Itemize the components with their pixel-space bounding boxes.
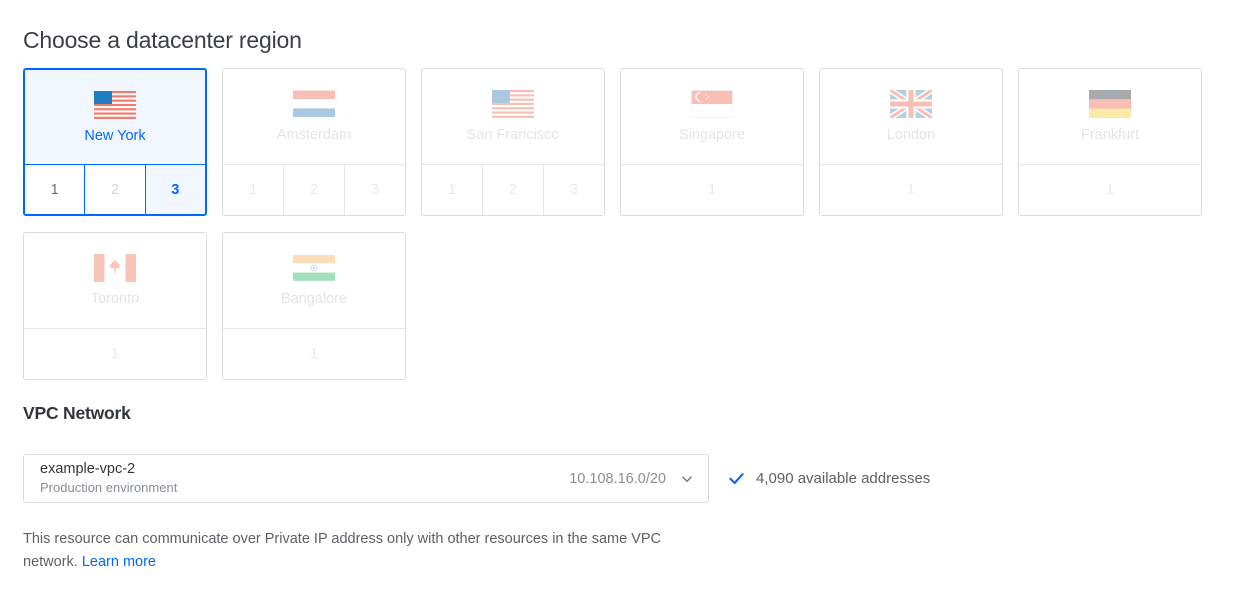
region-name-label: Bangalore: [280, 291, 348, 308]
region-name-label: New York: [84, 127, 146, 144]
region-name-label: Frankfurt: [1080, 127, 1139, 144]
region-card-frankfurt[interactable]: Frankfurt 1: [1018, 68, 1202, 216]
region-slug-tab-1: 1: [422, 165, 482, 215]
region-slug-tab-3: 3: [344, 165, 405, 215]
vpc-selected-name: example-vpc-2: [40, 460, 136, 477]
vpc-availability-status: 4,090 available addresses: [728, 470, 930, 487]
germany-flag-icon: [1089, 90, 1131, 119]
vpc-selected-subtitle: Production environment: [40, 479, 178, 495]
region-card-amsterdam[interactable]: Amsterdam 1 2 3: [222, 68, 406, 216]
vpc-help-text: This resource can communicate over Priva…: [23, 528, 713, 574]
region-card-bangalore[interactable]: Bangalore 1: [222, 232, 406, 380]
region-slug-tab-1: 1: [223, 329, 405, 379]
region-name-label: Singapore: [678, 127, 746, 144]
region-card-new-york[interactable]: New York 1 2 3: [23, 68, 207, 216]
region-slug-tab-2: 2: [283, 165, 344, 215]
region-slug-tab-1: 1: [24, 329, 206, 379]
region-slug-tabs: 1: [621, 164, 803, 215]
us-flag-icon: [492, 90, 534, 119]
region-card-header: Amsterdam: [223, 69, 405, 164]
region-card-header: London: [820, 69, 1002, 164]
region-slug-tab-1[interactable]: 1: [25, 165, 85, 214]
vpc-network-heading: VPC Network: [23, 403, 131, 423]
region-slug-tab-3: 3: [543, 165, 604, 215]
region-name-label: Toronto: [90, 291, 140, 308]
region-card-header: Toronto: [24, 233, 206, 328]
region-slug-tabs: 123: [422, 164, 604, 215]
learn-more-link[interactable]: Learn more: [82, 554, 156, 570]
page-title: Choose a datacenter region: [23, 27, 302, 53]
vpc-selected-cidr: 10.108.16.0/20: [569, 470, 666, 487]
region-grid: New York 1 2 3 Amsterdam 1 2 3 San Francisco 1 2 3 S…: [23, 68, 1223, 380]
region-slug-tab-1: 1: [223, 165, 283, 215]
region-name-label: San Francisco: [466, 127, 560, 144]
region-slug-tab-3[interactable]: 3: [144, 165, 205, 214]
region-card-header: Bangalore: [223, 233, 405, 328]
region-slug-tabs: 123: [25, 164, 205, 214]
region-slug-tabs: 1: [1019, 164, 1201, 215]
region-card-header: New York: [25, 70, 205, 164]
region-card-london[interactable]: London 1: [819, 68, 1003, 216]
check-icon: [728, 470, 745, 487]
chevron-down-icon[interactable]: [680, 472, 694, 486]
region-name-label: Amsterdam: [276, 127, 352, 144]
region-card-singapore[interactable]: Singapore 1: [620, 68, 804, 216]
vpc-selected-labels: example-vpc-2 Production environment: [40, 460, 569, 495]
region-slug-tab-1: 1: [1019, 165, 1201, 215]
vpc-available-addresses-text: 4,090 available addresses: [756, 470, 931, 487]
region-name-label: London: [886, 127, 936, 144]
region-slug-tabs: 1: [24, 328, 206, 379]
region-card-header: Singapore: [621, 69, 803, 164]
region-slug-tab-2: 2: [84, 165, 145, 214]
canada-flag-icon: [94, 254, 136, 283]
singapore-flag-icon: [691, 90, 733, 119]
us-flag-icon: [94, 90, 136, 119]
region-card-toronto[interactable]: Toronto 1: [23, 232, 207, 380]
region-slug-tab-2: 2: [482, 165, 543, 215]
united-kingdom-flag-icon: [890, 90, 932, 119]
region-card-header: San Francisco: [422, 69, 604, 164]
region-slug-tab-1: 1: [621, 165, 803, 215]
region-slug-tab-1: 1: [820, 165, 1002, 215]
datacenter-region-form: Choose a datacenter region New York 1 2 3 Am…: [0, 0, 1246, 589]
region-slug-tabs: 123: [223, 164, 405, 215]
region-slug-tabs: 1: [820, 164, 1002, 215]
region-card-header: Frankfurt: [1019, 69, 1201, 164]
vpc-network-select[interactable]: example-vpc-2 Production environment 10.…: [23, 454, 709, 503]
netherlands-flag-icon: [293, 90, 335, 119]
india-flag-icon: [293, 254, 335, 283]
region-slug-tabs: 1: [223, 328, 405, 379]
vpc-network-row: example-vpc-2 Production environment 10.…: [23, 454, 930, 503]
region-card-san-francisco[interactable]: San Francisco 1 2 3: [421, 68, 605, 216]
